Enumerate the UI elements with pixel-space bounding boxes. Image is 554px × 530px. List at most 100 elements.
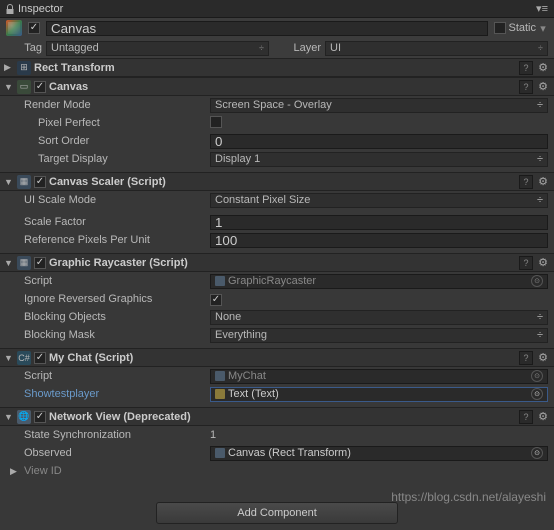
gameobject-enabled-checkbox[interactable] [28, 22, 40, 34]
showtestplayer-row: Showtestplayer Text (Text)⊙ [0, 385, 554, 403]
graphic-raycaster-header[interactable]: ▼ ▦ Graphic Raycaster (Script) ? ⚙ [0, 253, 554, 272]
foldout-icon[interactable]: ▼ [4, 258, 14, 268]
my-chat-enabled-checkbox[interactable] [34, 352, 46, 364]
pixel-perfect-checkbox[interactable] [210, 116, 222, 128]
layer-dropdown[interactable]: UI÷ [325, 41, 548, 56]
mc-script-row: Script MyChat⊙ [0, 367, 554, 385]
sort-order-label: Sort Order [38, 135, 206, 147]
showtestplayer-label: Showtestplayer [24, 388, 206, 400]
rect-transform-header[interactable]: ▶ ⊞ Rect Transform ? ⚙ [0, 58, 554, 77]
my-chat-title: My Chat (Script) [49, 352, 516, 364]
add-component-button[interactable]: Add Component [156, 502, 398, 524]
blocking-objects-dropdown[interactable]: None÷ [210, 310, 548, 325]
graphic-raycaster-enabled-checkbox[interactable] [34, 257, 46, 269]
ui-scale-mode-row: UI Scale Mode Constant Pixel Size÷ [0, 191, 554, 209]
rect-transform-title: Rect Transform [34, 62, 516, 74]
gr-script-row: Script GraphicRaycaster⊙ [0, 272, 554, 290]
blocking-mask-dropdown[interactable]: Everything÷ [210, 328, 548, 343]
gameobject-icon [6, 20, 22, 36]
static-checkbox[interactable]: Static ▾ [494, 22, 548, 35]
layer-label: Layer [281, 42, 321, 54]
foldout-icon[interactable]: ▶ [10, 466, 20, 477]
state-sync-row: State Synchronization 1 [0, 426, 554, 444]
ref-px-input[interactable] [210, 233, 548, 248]
gr-script-label: Script [24, 275, 206, 287]
view-id-row[interactable]: ▶ View ID [0, 462, 554, 480]
help-icon[interactable]: ? [519, 175, 533, 189]
observed-field[interactable]: Canvas (Rect Transform)⊙ [210, 446, 548, 461]
gear-icon[interactable]: ⚙ [536, 256, 550, 270]
help-icon[interactable]: ? [519, 351, 533, 365]
tag-label: Tag [14, 42, 42, 54]
lock-icon[interactable] [4, 3, 16, 15]
canvas-enabled-checkbox[interactable] [34, 81, 46, 93]
add-component-row: Add Component [0, 496, 554, 530]
canvas-header[interactable]: ▼ ▭ Canvas ? ⚙ [0, 77, 554, 96]
foldout-icon[interactable]: ▶ [4, 62, 14, 73]
network-view-icon: 🌐 [17, 410, 31, 424]
my-chat-header[interactable]: ▼ C# My Chat (Script) ? ⚙ [0, 348, 554, 367]
ignore-reversed-checkbox[interactable] [210, 294, 222, 306]
showtestplayer-field[interactable]: Text (Text)⊙ [210, 387, 548, 402]
help-icon[interactable]: ? [519, 61, 533, 75]
inspector-title: Inspector [18, 3, 63, 15]
state-sync-value: 1 [210, 429, 216, 441]
sort-order-row: Sort Order [0, 132, 554, 150]
tab-menu-icon[interactable]: ▾≡ [530, 2, 554, 15]
ui-scale-mode-label: UI Scale Mode [24, 194, 206, 206]
gear-icon[interactable]: ⚙ [536, 351, 550, 365]
observed-label: Observed [24, 447, 206, 459]
help-icon[interactable]: ? [519, 256, 533, 270]
gear-icon[interactable]: ⚙ [536, 80, 550, 94]
ignore-reversed-row: Ignore Reversed Graphics [0, 290, 554, 308]
gameobject-header: Static ▾ [0, 18, 554, 38]
mc-script-field[interactable]: MyChat⊙ [210, 369, 548, 384]
gear-icon[interactable]: ⚙ [536, 61, 550, 75]
render-mode-dropdown[interactable]: Screen Space - Overlay÷ [210, 98, 548, 113]
foldout-icon[interactable]: ▼ [4, 353, 14, 363]
ignore-reversed-label: Ignore Reversed Graphics [24, 293, 206, 305]
blocking-mask-row: Blocking Mask Everything÷ [0, 326, 554, 344]
view-id-label: View ID [24, 465, 206, 477]
static-dropdown-icon[interactable]: ▾ [538, 22, 548, 35]
sort-order-input[interactable] [210, 134, 548, 149]
pixel-perfect-label: Pixel Perfect [38, 117, 206, 129]
inspector-tab: Inspector ▾≡ [0, 0, 554, 18]
state-sync-label: State Synchronization [24, 429, 206, 441]
gear-icon[interactable]: ⚙ [536, 410, 550, 424]
network-view-enabled-checkbox[interactable] [34, 411, 46, 423]
static-label: Static [508, 22, 536, 34]
graphic-raycaster-title: Graphic Raycaster (Script) [49, 257, 516, 269]
target-display-label: Target Display [38, 153, 206, 165]
scale-factor-input[interactable] [210, 215, 548, 230]
gr-script-field[interactable]: GraphicRaycaster⊙ [210, 274, 548, 289]
network-view-header[interactable]: ▼ 🌐 Network View (Deprecated) ? ⚙ [0, 407, 554, 426]
canvas-icon: ▭ [17, 80, 31, 94]
help-icon[interactable]: ? [519, 410, 533, 424]
ui-scale-mode-dropdown[interactable]: Constant Pixel Size÷ [210, 193, 548, 208]
gameobject-name-input[interactable] [46, 21, 488, 36]
tag-dropdown[interactable]: Untagged÷ [46, 41, 269, 56]
ref-px-row: Reference Pixels Per Unit [0, 231, 554, 249]
canvas-title: Canvas [49, 81, 516, 93]
target-display-dropdown[interactable]: Display 1÷ [210, 152, 548, 167]
canvas-scaler-enabled-checkbox[interactable] [34, 176, 46, 188]
help-icon[interactable]: ? [519, 80, 533, 94]
pixel-perfect-row: Pixel Perfect [0, 114, 554, 132]
scale-factor-label: Scale Factor [24, 216, 206, 228]
foldout-icon[interactable]: ▼ [4, 82, 14, 92]
blocking-objects-row: Blocking Objects None÷ [0, 308, 554, 326]
ref-px-label: Reference Pixels Per Unit [24, 234, 206, 246]
render-mode-label: Render Mode [24, 99, 206, 111]
foldout-icon[interactable]: ▼ [4, 177, 14, 187]
gear-icon[interactable]: ⚙ [536, 175, 550, 189]
blocking-objects-label: Blocking Objects [24, 311, 206, 323]
graphic-raycaster-icon: ▦ [17, 256, 31, 270]
rect-transform-icon: ⊞ [17, 61, 31, 75]
foldout-icon[interactable]: ▼ [4, 412, 14, 422]
script-icon: C# [17, 351, 31, 365]
render-mode-row: Render Mode Screen Space - Overlay÷ [0, 96, 554, 114]
canvas-scaler-header[interactable]: ▼ ▦ Canvas Scaler (Script) ? ⚙ [0, 172, 554, 191]
tag-layer-row: Tag Untagged÷ Layer UI÷ [0, 38, 554, 58]
scale-factor-row: Scale Factor [0, 213, 554, 231]
